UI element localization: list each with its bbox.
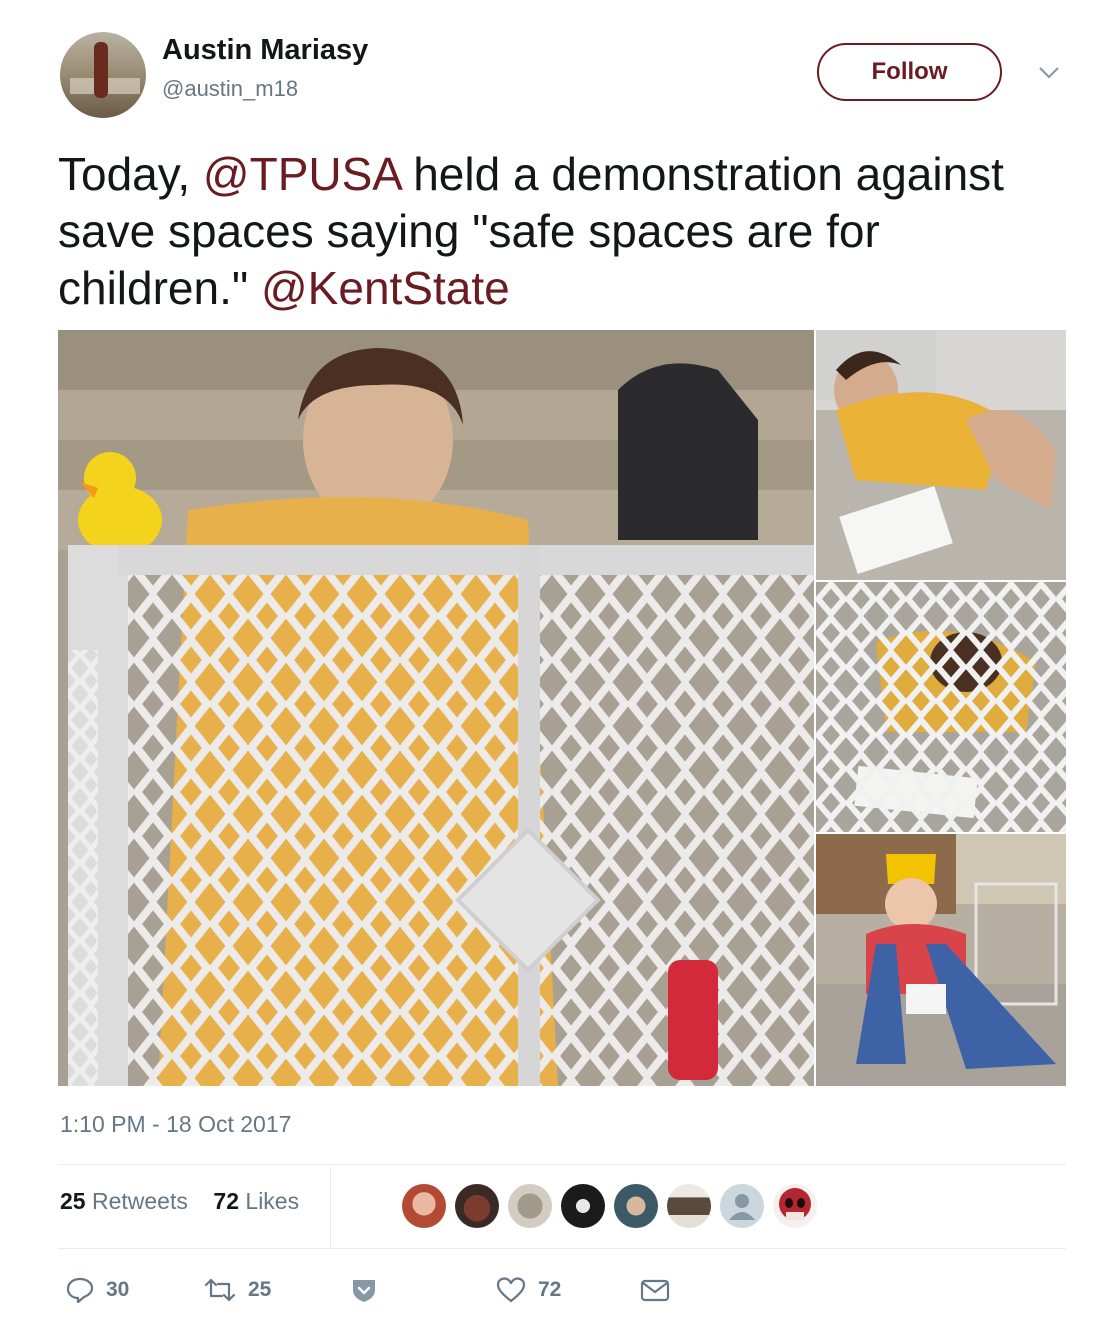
media-photo-thumb-3[interactable] — [816, 834, 1066, 1086]
tweet-timestamp[interactable]: 1:10 PM - 18 Oct 2017 — [60, 1111, 291, 1138]
chevron-down-icon[interactable] — [1036, 60, 1062, 86]
author-handle[interactable]: @austin_m18 — [162, 76, 298, 102]
tweet-stats: 25 Retweets 72 Likes — [60, 1188, 299, 1215]
media-grid — [58, 330, 1066, 1086]
like-action[interactable]: 72 — [496, 1270, 561, 1310]
likes-count: 72 — [213, 1188, 240, 1214]
mail-icon — [640, 1279, 670, 1302]
reply-count: 30 — [106, 1278, 130, 1301]
retweet-count: 25 — [248, 1278, 272, 1301]
photo-main-image — [58, 330, 814, 1086]
media-photo-thumb-1[interactable] — [816, 330, 1066, 580]
photo-thumb-3-image — [816, 834, 1066, 1086]
stats-divider — [330, 1166, 331, 1248]
liker-avatar[interactable] — [720, 1184, 764, 1228]
retweet-action[interactable]: 25 — [204, 1270, 271, 1310]
liker-avatar[interactable] — [773, 1184, 817, 1228]
liker-avatar[interactable] — [402, 1184, 446, 1228]
like-count: 72 — [538, 1278, 562, 1301]
tweet-text: Today, @TPUSA held a demonstration again… — [58, 146, 1068, 317]
shield-icon — [353, 1280, 375, 1302]
author-name[interactable]: Austin Mariasy — [162, 34, 368, 67]
photo-thumb-2-image — [816, 582, 1066, 832]
retweets-count: 25 — [60, 1188, 86, 1214]
liker-avatars — [402, 1184, 817, 1228]
author-avatar[interactable] — [60, 32, 146, 118]
likes-label: Likes — [245, 1188, 300, 1214]
divider — [58, 1248, 1066, 1249]
heart-icon — [496, 1277, 526, 1303]
media-photo-main[interactable] — [58, 330, 814, 1086]
default-avatar-icon — [729, 1194, 755, 1220]
message-action[interactable] — [640, 1270, 670, 1310]
reply-action[interactable]: 30 — [66, 1270, 129, 1310]
liker-avatar[interactable] — [667, 1184, 711, 1228]
retweet-icon — [204, 1278, 236, 1302]
retweets-label: Retweets — [91, 1188, 188, 1214]
divider — [58, 1164, 1066, 1165]
liker-avatar[interactable] — [614, 1184, 658, 1228]
skull-icon — [779, 1188, 811, 1220]
media-photo-thumb-2[interactable] — [816, 582, 1066, 832]
mention-link-tpusa[interactable]: @TPUSA — [203, 148, 401, 200]
retweets-stat[interactable]: 25 Retweets — [60, 1188, 188, 1214]
follow-button[interactable]: Follow — [817, 43, 1002, 101]
photo-thumb-1-image — [816, 330, 1066, 580]
tweet-text-part: Today, — [58, 148, 203, 200]
liker-avatar[interactable] — [455, 1184, 499, 1228]
shield-action[interactable] — [350, 1270, 378, 1310]
likes-stat[interactable]: 72 Likes — [213, 1188, 299, 1214]
liker-avatar[interactable] — [508, 1184, 552, 1228]
reply-icon — [66, 1277, 94, 1304]
liker-avatar[interactable] — [561, 1184, 605, 1228]
mention-link-kentstate[interactable]: @KentState — [261, 262, 510, 314]
